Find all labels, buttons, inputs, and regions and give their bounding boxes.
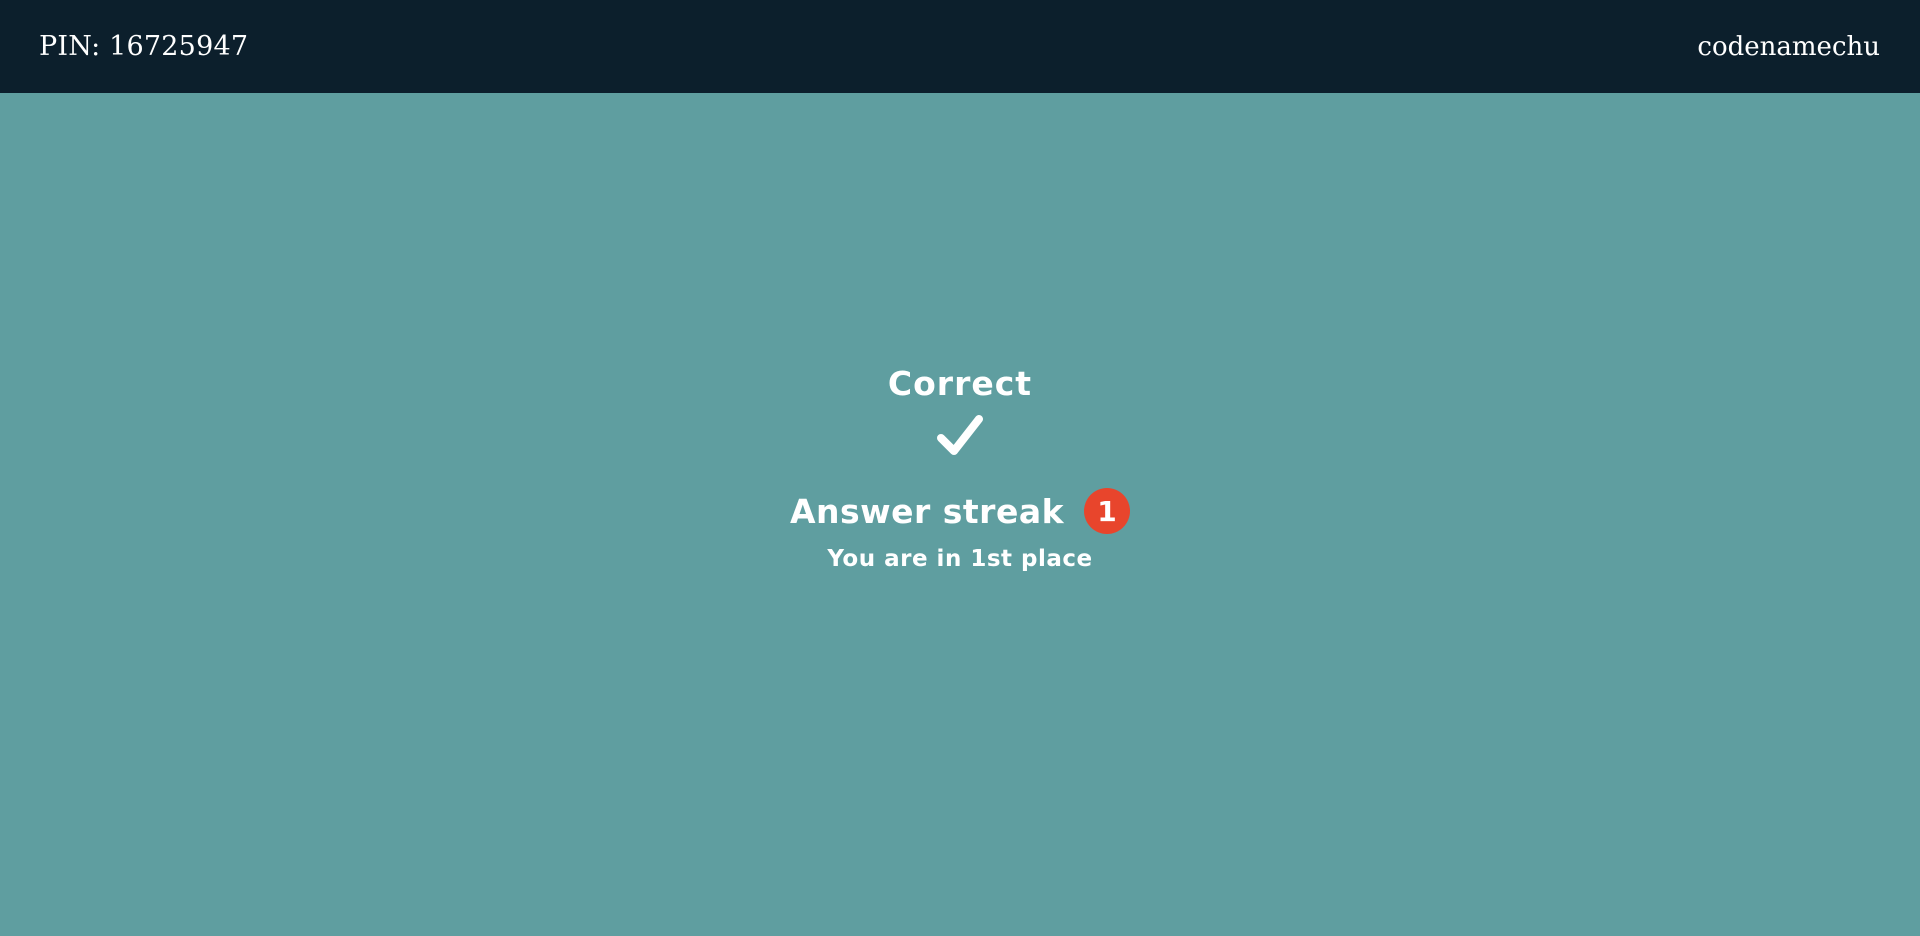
answer-streak-label: Answer streak — [789, 491, 1065, 531]
place-text: You are in 1st place — [827, 546, 1093, 572]
answer-streak: Answer streak 1 — [789, 488, 1131, 534]
answer-result-panel: Correct Answer streak 1 You are in 1st p… — [0, 360, 1920, 572]
top-bar: PIN: 16725947 codenamechu — [0, 0, 1920, 93]
game-pin: PIN: 16725947 — [39, 31, 249, 62]
streak-count-badge: 1 — [1084, 488, 1131, 534]
checkmark-icon — [937, 415, 983, 455]
result-title: Correct — [887, 364, 1033, 403]
player-name: codenamechu — [1697, 31, 1880, 62]
